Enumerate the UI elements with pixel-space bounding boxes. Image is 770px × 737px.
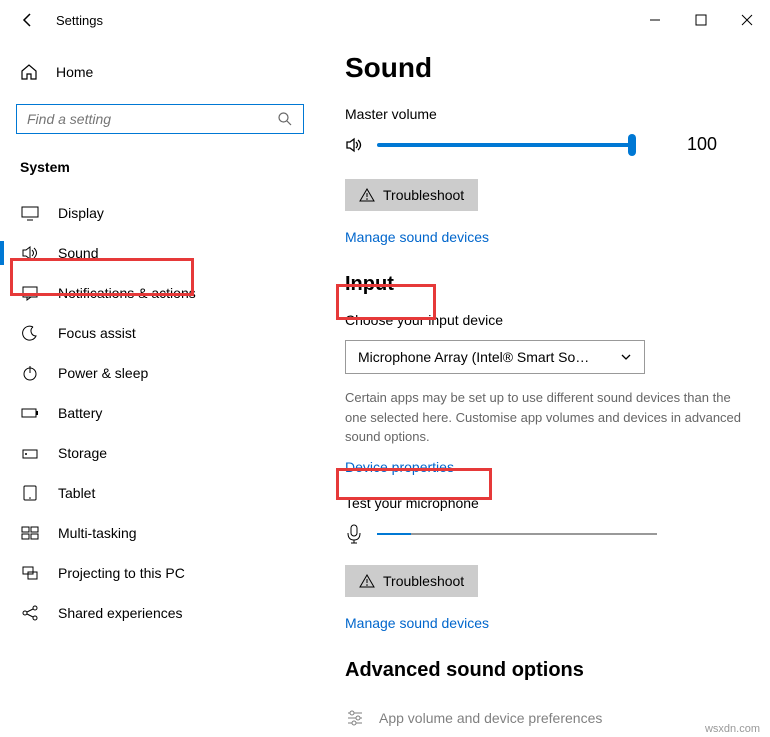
sidebar-item-sound[interactable]: Sound	[0, 233, 320, 273]
slider-thumb[interactable]	[628, 134, 636, 156]
multitasking-icon	[20, 524, 40, 542]
manage-input-devices-link[interactable]: Manage sound devices	[345, 615, 745, 631]
back-button[interactable]	[20, 12, 36, 28]
test-mic-label: Test your microphone	[345, 495, 745, 511]
power-icon	[20, 364, 40, 382]
sidebar-item-label: Tablet	[58, 485, 95, 501]
sidebar-item-display[interactable]: Display	[0, 193, 320, 233]
troubleshoot-label: Troubleshoot	[383, 187, 464, 203]
input-device-value: Microphone Array (Intel® Smart So…	[358, 349, 589, 365]
sound-icon	[20, 244, 40, 262]
sidebar-item-label: Sound	[58, 245, 98, 261]
warning-icon	[359, 187, 375, 203]
volume-value: 100	[687, 134, 717, 155]
maximize-button[interactable]	[678, 0, 724, 40]
watermark: wsxdn.com	[705, 723, 760, 735]
minimize-button[interactable]	[632, 0, 678, 40]
search-input[interactable]	[27, 111, 277, 127]
tablet-icon	[20, 484, 40, 502]
sidebar-item-projecting[interactable]: Projecting to this PC	[0, 553, 320, 593]
display-icon	[20, 204, 40, 222]
search-icon	[277, 111, 293, 127]
troubleshoot-label: Troubleshoot	[383, 573, 464, 589]
sidebar-item-label: Multi-tasking	[58, 525, 137, 541]
device-properties-link[interactable]: Device properties	[345, 459, 745, 475]
sidebar-item-notifications[interactable]: Notifications & actions	[0, 273, 320, 313]
sidebar-category: System	[0, 159, 320, 193]
close-button[interactable]	[724, 0, 770, 40]
shared-icon	[20, 604, 40, 622]
speaker-icon	[345, 135, 365, 155]
sidebar-item-label: Focus assist	[58, 325, 136, 341]
sidebar-item-label: Display	[58, 205, 104, 221]
warning-icon	[359, 573, 375, 589]
projecting-icon	[20, 564, 40, 582]
microphone-icon	[345, 523, 363, 545]
notifications-icon	[20, 284, 40, 302]
sidebar-item-multitasking[interactable]: Multi-tasking	[0, 513, 320, 553]
moon-icon	[20, 324, 40, 342]
sliders-icon	[345, 708, 365, 728]
input-helper-text: Certain apps may be set up to use differ…	[345, 388, 745, 447]
master-volume-label: Master volume	[345, 106, 745, 122]
input-heading: Input	[345, 273, 394, 296]
sidebar: Home System Display Sound Notifications …	[0, 40, 320, 737]
choose-input-label: Choose your input device	[345, 312, 745, 328]
sidebar-item-focus-assist[interactable]: Focus assist	[0, 313, 320, 353]
sidebar-item-tablet[interactable]: Tablet	[0, 473, 320, 513]
sidebar-home-label: Home	[56, 64, 93, 80]
input-device-dropdown[interactable]: Microphone Array (Intel® Smart So…	[345, 340, 645, 374]
storage-icon	[20, 444, 40, 462]
search-input-box[interactable]	[16, 104, 304, 134]
sidebar-home[interactable]: Home	[0, 55, 320, 89]
sidebar-item-label: Battery	[58, 405, 102, 421]
sidebar-item-battery[interactable]: Battery	[0, 393, 320, 433]
sidebar-item-label: Shared experiences	[58, 605, 183, 621]
mic-level-bar	[377, 533, 657, 535]
sidebar-item-power-sleep[interactable]: Power & sleep	[0, 353, 320, 393]
app-volume-label[interactable]: App volume and device preferences	[379, 710, 602, 726]
manage-output-devices-link[interactable]: Manage sound devices	[345, 229, 745, 245]
sidebar-item-storage[interactable]: Storage	[0, 433, 320, 473]
page-title: Sound	[345, 52, 745, 84]
sidebar-item-label: Power & sleep	[58, 365, 148, 381]
home-icon	[20, 63, 38, 81]
battery-icon	[20, 404, 40, 422]
advanced-heading: Advanced sound options	[345, 659, 584, 682]
sidebar-item-shared[interactable]: Shared experiences	[0, 593, 320, 633]
master-volume-slider[interactable]	[377, 143, 632, 147]
troubleshoot-output-button[interactable]: Troubleshoot	[345, 179, 478, 211]
mic-level-fill	[377, 533, 411, 535]
content-pane: Sound Master volume 100 Troubleshoot Man…	[320, 40, 770, 737]
sidebar-item-label: Storage	[58, 445, 107, 461]
window-title: Settings	[56, 13, 632, 28]
sidebar-item-label: Projecting to this PC	[58, 565, 185, 581]
troubleshoot-input-button[interactable]: Troubleshoot	[345, 565, 478, 597]
sidebar-item-label: Notifications & actions	[58, 285, 196, 301]
chevron-down-icon	[620, 351, 632, 363]
